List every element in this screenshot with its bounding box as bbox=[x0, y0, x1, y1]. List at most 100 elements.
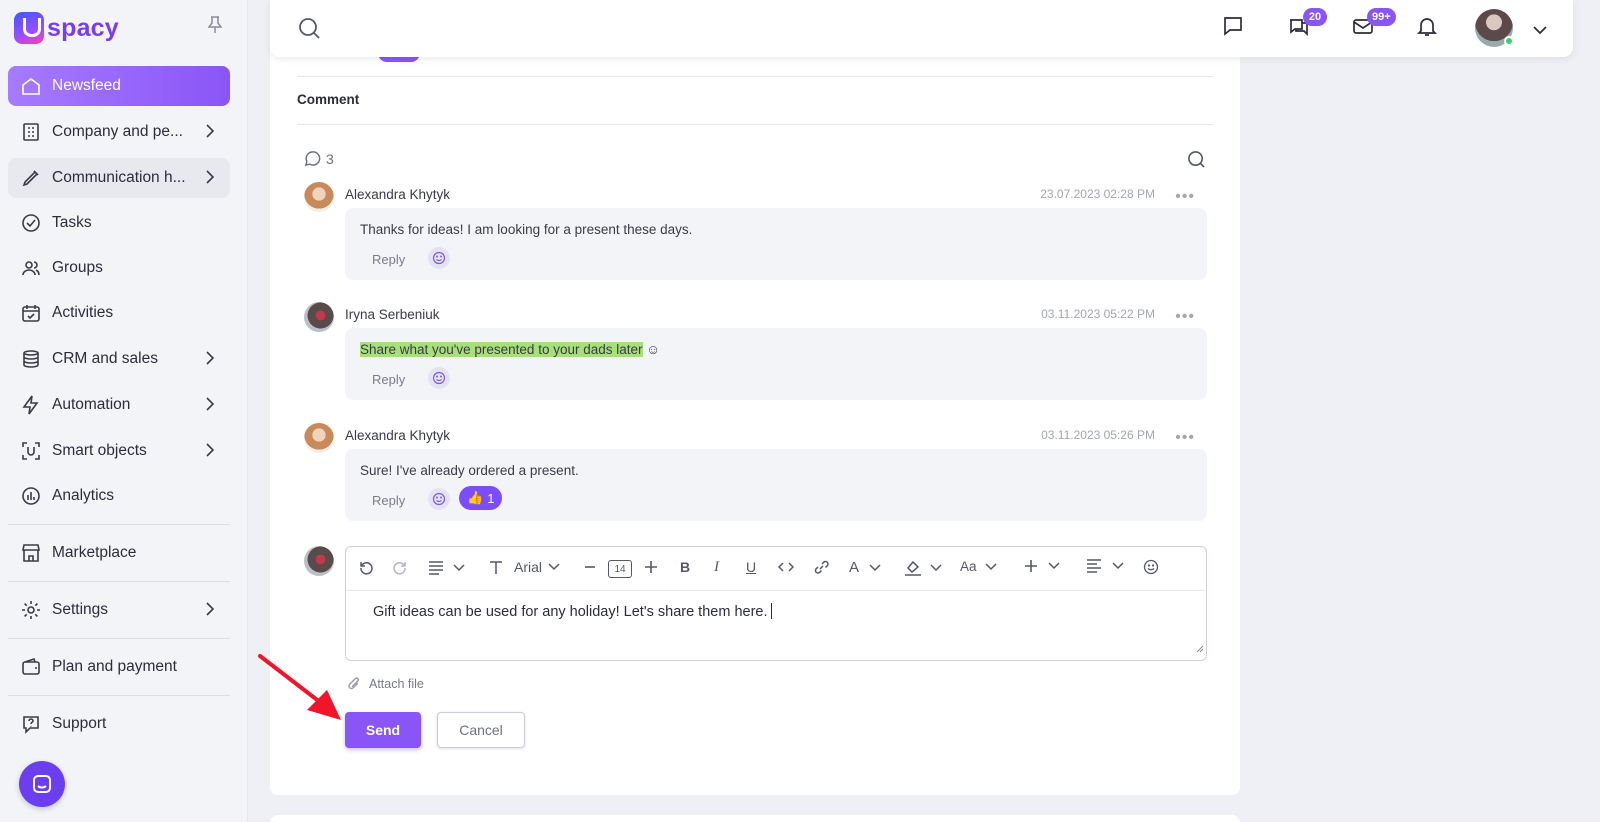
sidebar-item-tasks[interactable]: Tasks bbox=[8, 203, 230, 243]
sidebar-item-activities[interactable]: Activities bbox=[8, 293, 230, 333]
editor-toolbar: Arial 14 B I U A Aa bbox=[346, 547, 1206, 591]
sidebar-item-label: Groups bbox=[52, 259, 103, 276]
mail-badge: 99+ bbox=[1367, 8, 1396, 26]
font-family-dropdown[interactable]: Arial bbox=[488, 559, 560, 575]
comment-text: Thanks for ideas! I am looking for a pre… bbox=[360, 222, 693, 237]
comment-author[interactable]: Alexandra Khytyk bbox=[345, 428, 450, 443]
reply-button[interactable]: Reply bbox=[372, 252, 405, 267]
font-size-input[interactable]: 14 bbox=[608, 560, 632, 578]
chats-icon[interactable]: 20 bbox=[1288, 8, 1327, 42]
reply-button[interactable]: Reply bbox=[372, 493, 405, 508]
comment-bubble: Sure! I've already ordered a present. Re… bbox=[345, 449, 1207, 521]
add-reaction-icon[interactable] bbox=[428, 488, 450, 510]
more-options-icon[interactable]: ••• bbox=[1175, 308, 1195, 326]
check-circle-icon bbox=[20, 212, 42, 234]
logo[interactable]: spacy bbox=[14, 10, 119, 46]
sidebar-item-smart-objects[interactable]: Smart objects bbox=[8, 431, 230, 471]
comment-bubble: Thanks for ideas! I am looking for a pre… bbox=[345, 208, 1207, 280]
editor-content: Gift ideas can be used for any holiday! … bbox=[373, 604, 768, 620]
search-comments-icon[interactable] bbox=[1187, 150, 1206, 174]
avatar[interactable] bbox=[304, 423, 334, 453]
like-reaction-badge[interactable]: 👍 1 bbox=[459, 486, 503, 510]
sidebar-item-crm[interactable]: CRM and sales bbox=[8, 339, 230, 379]
highlight-color-dropdown[interactable] bbox=[904, 559, 942, 577]
bold-icon[interactable]: B bbox=[680, 559, 690, 575]
add-reaction-icon[interactable] bbox=[428, 367, 450, 389]
font-size-value: 14 bbox=[608, 560, 632, 578]
database-icon bbox=[20, 348, 42, 370]
sidebar-item-communication[interactable]: Communication h... bbox=[8, 158, 230, 198]
text-color-dropdown[interactable]: A bbox=[849, 559, 881, 576]
sidebar-nav: Newsfeed Company and pe... Communication… bbox=[8, 66, 230, 744]
messages-icon[interactable] bbox=[1222, 15, 1244, 42]
bell-icon[interactable] bbox=[1416, 15, 1438, 42]
text-caret bbox=[770, 603, 772, 619]
avatar[interactable] bbox=[304, 302, 334, 332]
avatar[interactable] bbox=[304, 182, 334, 212]
next-post-card bbox=[270, 815, 1240, 822]
user-avatar[interactable] bbox=[1475, 9, 1514, 47]
sidebar: spacy Newsfeed Company and pe... Communi… bbox=[0, 0, 248, 822]
reply-button[interactable]: Reply bbox=[372, 372, 405, 387]
sidebar-item-support[interactable]: Support bbox=[8, 704, 230, 744]
emoji-icon[interactable] bbox=[1143, 559, 1159, 575]
sidebar-item-label: Communication h... bbox=[52, 169, 186, 186]
attach-file-button[interactable]: Attach file bbox=[347, 676, 424, 692]
smart-object-icon bbox=[20, 440, 42, 462]
send-button[interactable]: Send bbox=[345, 712, 421, 748]
search-icon[interactable] bbox=[298, 17, 320, 44]
help-icon bbox=[20, 713, 42, 735]
cancel-button[interactable]: Cancel bbox=[437, 712, 525, 748]
text-case-dropdown[interactable]: Aa bbox=[960, 559, 997, 574]
sidebar-item-company[interactable]: Company and pe... bbox=[8, 112, 230, 152]
underline-icon[interactable]: U bbox=[746, 559, 756, 575]
link-icon[interactable] bbox=[813, 559, 830, 575]
more-options-icon[interactable]: ••• bbox=[1175, 188, 1195, 206]
sidebar-item-label: Smart objects bbox=[52, 442, 147, 459]
chevron-right-icon bbox=[206, 602, 215, 621]
code-icon[interactable] bbox=[778, 559, 794, 575]
sidebar-item-label: Activities bbox=[52, 304, 114, 321]
sidebar-divider bbox=[8, 695, 230, 696]
comment-bubble: Share what you've presented to your dads… bbox=[345, 328, 1207, 400]
pin-icon[interactable] bbox=[207, 16, 223, 39]
comment-editor[interactable]: Arial 14 B I U A Aa Gift ideas can be us… bbox=[345, 546, 1207, 661]
sidebar-item-label: Plan and payment bbox=[52, 658, 177, 675]
insert-dropdown[interactable] bbox=[1024, 559, 1060, 573]
comment-icon bbox=[304, 151, 321, 167]
attach-file-label: Attach file bbox=[369, 677, 424, 691]
sidebar-item-settings[interactable]: Settings bbox=[8, 590, 230, 630]
sidebar-item-automation[interactable]: Automation bbox=[8, 385, 230, 425]
chevron-down-icon[interactable] bbox=[1533, 22, 1547, 40]
comment-date: 03.11.2023 05:26 PM bbox=[1041, 428, 1155, 442]
more-options-icon[interactable]: ••• bbox=[1175, 429, 1195, 447]
sidebar-item-label: Settings bbox=[52, 601, 109, 618]
align-dropdown[interactable] bbox=[1086, 559, 1124, 573]
sidebar-item-marketplace[interactable]: Marketplace bbox=[8, 533, 230, 573]
store-icon bbox=[20, 542, 42, 564]
add-reaction-icon[interactable] bbox=[428, 247, 450, 269]
resize-handle-icon[interactable] bbox=[1196, 640, 1204, 658]
sidebar-item-analytics[interactable]: Analytics bbox=[8, 476, 230, 516]
sidebar-item-groups[interactable]: Groups bbox=[8, 248, 230, 288]
sidebar-item-newsfeed[interactable]: Newsfeed bbox=[8, 66, 230, 106]
redo-icon[interactable] bbox=[392, 559, 408, 575]
sidebar-item-label: Analytics bbox=[52, 487, 115, 504]
sidebar-item-label: Newsfeed bbox=[52, 77, 121, 94]
sidebar-item-label: Company and pe... bbox=[52, 123, 183, 140]
comment-author[interactable]: Iryna Serbeniuk bbox=[345, 307, 440, 322]
undo-icon[interactable] bbox=[358, 559, 374, 575]
comment-author[interactable]: Alexandra Khytyk bbox=[345, 187, 450, 202]
text-case-label: Aa bbox=[960, 559, 977, 574]
italic-icon[interactable]: I bbox=[714, 559, 719, 576]
live-chat-button[interactable] bbox=[19, 761, 65, 807]
paragraph-style-dropdown[interactable] bbox=[428, 559, 468, 575]
sidebar-item-plan[interactable]: Plan and payment bbox=[8, 647, 230, 687]
chats-badge: 20 bbox=[1303, 8, 1327, 26]
decrease-font-icon[interactable] bbox=[584, 559, 596, 575]
mail-icon[interactable]: 99+ bbox=[1352, 8, 1396, 42]
sidebar-divider bbox=[8, 524, 230, 525]
increase-font-icon[interactable] bbox=[644, 559, 658, 575]
editor-input[interactable]: Gift ideas can be used for any holiday! … bbox=[373, 603, 772, 620]
sidebar-divider bbox=[8, 581, 230, 582]
